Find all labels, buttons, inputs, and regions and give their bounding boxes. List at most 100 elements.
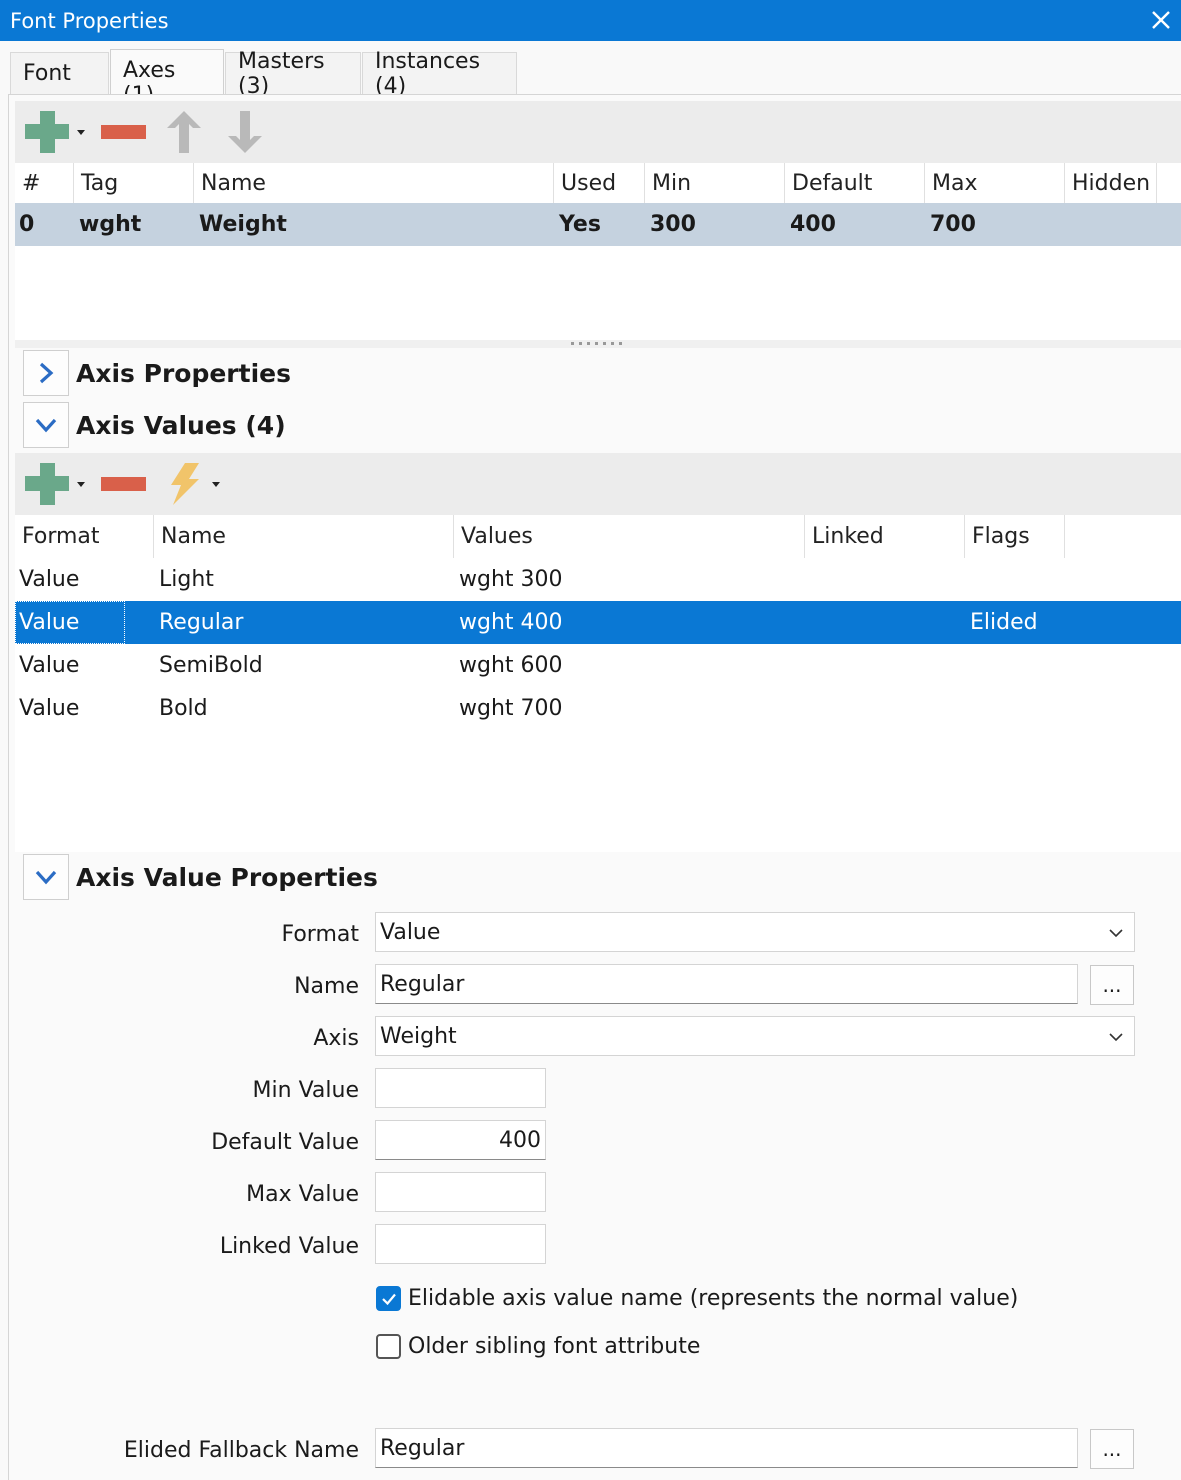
axis-values-section: Axis Values (4) <box>23 402 286 448</box>
remove-axis-value-button[interactable] <box>101 475 146 493</box>
remove-axis-button[interactable] <box>101 123 146 141</box>
column-header[interactable]: # <box>15 163 74 203</box>
auto-generate-button[interactable] <box>165 461 223 507</box>
tab-masters[interactable]: Masters (3) <box>225 49 361 99</box>
axis-select-value: Weight <box>380 1023 457 1049</box>
max-value-label: Max Value <box>246 1182 359 1207</box>
axis-value-properties-section: Axis Value Properties <box>23 854 378 900</box>
name-more-button[interactable]: ... <box>1090 965 1134 1005</box>
table-row[interactable]: Value Regular wght 400 Elided <box>15 601 1181 644</box>
table-row[interactable]: Value Light wght 300 <box>15 558 1181 601</box>
move-down-button[interactable] <box>226 109 264 155</box>
cell-values: wght 400 <box>459 610 563 635</box>
axis-tag: wght <box>79 212 142 237</box>
close-icon[interactable] <box>1145 4 1177 36</box>
axis-min: 300 <box>650 212 696 237</box>
column-header[interactable]: Default <box>785 163 925 203</box>
linked-value-label: Linked Value <box>219 1234 359 1259</box>
column-header[interactable]: Flags <box>965 515 1065 558</box>
axis-values-table-header: Format Name Values Linked Flags <box>15 515 1181 558</box>
splitter-handle[interactable] <box>15 340 1181 348</box>
chevron-down-icon <box>1109 1033 1123 1042</box>
cell-format: Value <box>19 653 80 678</box>
checkbox-checked-icon[interactable] <box>376 1286 401 1311</box>
min-value-label: Min Value <box>252 1078 359 1103</box>
plus-icon <box>25 111 69 153</box>
axis-max: 700 <box>930 212 976 237</box>
plus-icon <box>25 463 69 505</box>
axis-select[interactable]: Weight <box>375 1016 1135 1056</box>
linked-value-input[interactable] <box>375 1224 546 1264</box>
axis-default: 400 <box>790 212 836 237</box>
section-title: Axis Value Properties <box>76 862 378 892</box>
add-axis-button[interactable] <box>25 109 88 155</box>
axes-toolbar <box>15 101 1181 163</box>
cell-format: Value <box>19 567 80 592</box>
chevron-down-icon <box>212 482 220 487</box>
cell-values: wght 300 <box>459 567 563 592</box>
format-select[interactable]: Value <box>375 912 1135 952</box>
arrow-down-icon <box>228 111 262 153</box>
default-value-input[interactable]: 400 <box>375 1120 546 1160</box>
column-header[interactable]: Used <box>554 163 645 203</box>
chevron-down-icon <box>35 870 57 885</box>
cell-format: Value <box>19 696 80 721</box>
table-row[interactable]: Value SemiBold wght 600 <box>15 644 1181 687</box>
axis-values-table: Format Name Values Linked Flags Value Li… <box>15 515 1181 852</box>
lightning-icon <box>171 463 199 505</box>
title-bar: Font Properties <box>0 0 1181 41</box>
section-title: Axis Properties <box>76 358 291 388</box>
chevron-down-icon <box>1109 929 1123 938</box>
column-header[interactable]: Linked <box>805 515 965 558</box>
tab-bar: Font Axes (1) Masters (3) Instances (4) <box>10 48 518 108</box>
max-value-input[interactable] <box>375 1172 546 1212</box>
chevron-down-icon <box>35 418 57 433</box>
table-row[interactable]: Value Bold wght 700 <box>15 687 1181 730</box>
column-header[interactable]: Hidden <box>1065 163 1157 203</box>
minus-icon <box>101 477 146 491</box>
expand-button[interactable] <box>23 350 69 396</box>
collapse-button[interactable] <box>23 854 69 900</box>
column-header[interactable]: Min <box>645 163 785 203</box>
checkbox-unchecked-icon[interactable] <box>376 1334 401 1359</box>
elidable-checkbox[interactable]: Elidable axis value name (represents the… <box>376 1286 1018 1311</box>
axis-properties-section: Axis Properties <box>23 350 291 396</box>
column-header[interactable]: Name <box>154 515 454 558</box>
cell-name: Regular <box>159 610 244 635</box>
column-header[interactable]: Values <box>454 515 805 558</box>
chevron-down-icon <box>77 482 85 487</box>
column-header[interactable]: Name <box>194 163 554 203</box>
window-title: Font Properties <box>10 8 169 33</box>
column-header[interactable]: Format <box>15 515 154 558</box>
cell-name: Bold <box>159 696 208 721</box>
tab-axes[interactable]: Axes (1) <box>110 49 224 108</box>
fallback-more-button[interactable]: ... <box>1090 1429 1134 1469</box>
elided-fallback-label: Elided Fallback Name <box>123 1438 359 1463</box>
axis-label: Axis <box>313 1026 359 1051</box>
chevron-right-icon <box>39 362 54 384</box>
cell-values: wght 600 <box>459 653 563 678</box>
format-label: Format <box>281 922 359 947</box>
axis-name: Weight <box>199 212 287 237</box>
collapse-button[interactable] <box>23 402 69 448</box>
move-up-button[interactable] <box>165 109 203 155</box>
axis-values-toolbar <box>15 453 1181 515</box>
name-input[interactable]: Regular <box>375 964 1078 1004</box>
cell-values: wght 700 <box>459 696 563 721</box>
name-label: Name <box>294 974 359 999</box>
column-header[interactable]: Tag <box>74 163 194 203</box>
add-axis-value-button[interactable] <box>25 461 88 507</box>
axis-index: 0 <box>19 212 35 237</box>
axis-used: Yes <box>559 212 601 237</box>
column-header[interactable]: Max <box>925 163 1065 203</box>
axes-table: # Tag Name Used Min Default Max Hidden 0… <box>15 163 1181 340</box>
section-title: Axis Values (4) <box>76 410 286 440</box>
minus-icon <box>101 125 146 139</box>
table-row[interactable]: 0 wght Weight Yes 300 400 700 <box>15 203 1181 246</box>
tab-font[interactable]: Font <box>10 52 109 94</box>
older-sibling-checkbox[interactable]: Older sibling font attribute <box>376 1334 700 1359</box>
elided-fallback-input[interactable]: Regular <box>375 1428 1078 1468</box>
min-value-input[interactable] <box>375 1068 546 1108</box>
tab-instances[interactable]: Instances (4) <box>362 49 517 99</box>
grip-icon <box>571 342 622 345</box>
